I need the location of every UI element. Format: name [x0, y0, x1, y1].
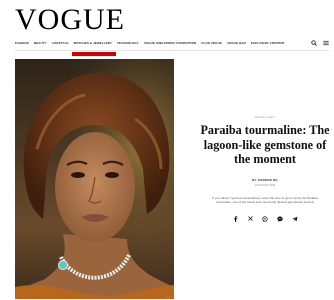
article-date: 14 AUGUST 2024: [254, 183, 276, 187]
nav-item-club-vogue[interactable]: CLUB VOGUE: [201, 39, 222, 47]
nav-item-beauty[interactable]: BEAUTY: [34, 39, 47, 47]
nav-item-watches-jewellery[interactable]: WATCHES & JEWELLERY: [74, 39, 112, 47]
article-standfirst: If you haven’t yet been acquainted, now’…: [212, 195, 318, 205]
nav-item-vogue-bar[interactable]: VOGUE BAR: [227, 39, 246, 47]
hero-image: [15, 59, 174, 299]
nav-item-fashion[interactable]: FASHION: [15, 39, 29, 47]
active-nav-indicator: [72, 52, 116, 56]
whatsapp-icon[interactable]: [261, 215, 269, 223]
search-icon[interactable]: [311, 40, 317, 46]
nav-divider: [15, 50, 329, 51]
vogue-logo[interactable]: VOGUE: [15, 5, 125, 35]
share-bar: [200, 215, 330, 223]
article-byline[interactable]: BY GORDON NG: [200, 178, 330, 182]
nav-item-vogue-singapore-foundation[interactable]: VOGUE SINGAPORE FOUNDATION: [144, 39, 196, 47]
x-twitter-icon[interactable]: [246, 215, 254, 223]
main-navigation: FASHION BEAUTY LIFESTYLE WATCHES & JEWEL…: [0, 39, 334, 49]
image-credit: Getty: [165, 296, 171, 299]
article-headline: Paraiba tourmaline: The lagoon-like gems…: [200, 123, 330, 166]
facebook-icon[interactable]: [231, 215, 239, 223]
telegram-icon[interactable]: [291, 215, 299, 223]
nav-icons: [311, 39, 329, 47]
nav-item-exclusive-content[interactable]: EXCLUSIVE CONTENT: [251, 39, 285, 47]
nav-item-lifestyle[interactable]: LIFESTYLE: [52, 39, 69, 47]
nav-item-technology[interactable]: TECHNOLOGY: [117, 39, 139, 47]
menu-icon[interactable]: [323, 40, 329, 46]
article-header: Jewellery Paraiba tourmaline: The lagoon…: [200, 115, 330, 223]
nav-items: FASHION BEAUTY LIFESTYLE WATCHES & JEWEL…: [15, 39, 285, 47]
article-category[interactable]: Jewellery: [200, 115, 330, 119]
messenger-icon[interactable]: [276, 215, 284, 223]
portrait-illustration: [15, 59, 174, 299]
